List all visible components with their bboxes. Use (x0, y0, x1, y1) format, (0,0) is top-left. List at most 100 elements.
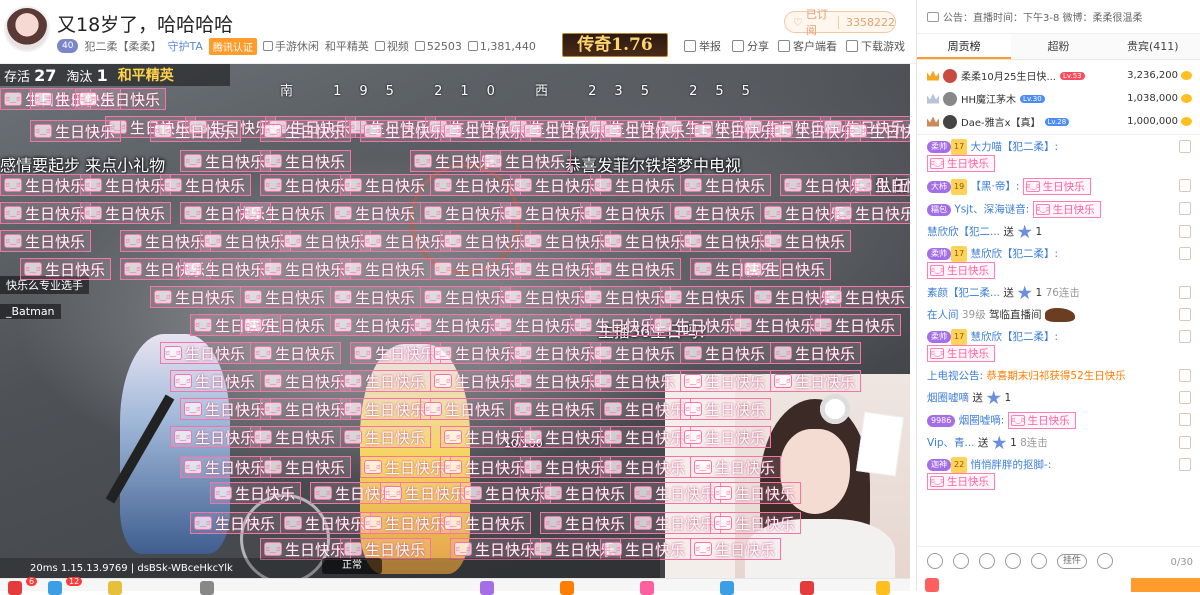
report-icon[interactable] (1179, 330, 1191, 343)
category-game[interactable]: 和平精英 (325, 38, 369, 54)
rank-row[interactable]: 柔柔10月25生日快... Lv.53 3,236,200 (917, 64, 1200, 87)
chat-nickname: 【黑·帝】: (970, 180, 1020, 193)
emoji-face-icon: ಠ‿ಠ (344, 430, 362, 444)
client-button[interactable]: 客户端看 (778, 38, 837, 54)
side-panel: 公告：直播时间：下午3-8 微博：柔柔很温柔 周贡榜 超粉 贵宾(411) 柔柔… (916, 0, 1200, 592)
emoji-face-icon: ಠ‿ಠ (930, 265, 945, 276)
report-icon[interactable] (1179, 179, 1191, 192)
report-icon[interactable] (1179, 202, 1191, 215)
emoji-face-icon: ಠ‿ಠ (194, 318, 212, 332)
report-button[interactable]: 举报 (684, 38, 721, 54)
gift-icon[interactable] (48, 581, 62, 595)
emoji-icon[interactable] (927, 553, 943, 569)
report-icon[interactable] (1179, 247, 1191, 260)
danmaku-item: ಠ‿ಠ生日快乐 (430, 174, 522, 196)
danmaku-item: ಠ‿ಠ生日快乐 (510, 342, 602, 364)
report-icon[interactable] (1179, 458, 1191, 471)
report-icon[interactable] (1179, 436, 1191, 449)
video-player[interactable]: 存活 27 淘汰 1 和平精英 南 195 210 西 235 255 感情要起… (0, 64, 910, 578)
emoji-face-icon: ಠ‿ಠ (684, 346, 702, 360)
report-icon[interactable] (1179, 308, 1191, 321)
gift-icon[interactable] (876, 581, 890, 595)
gift-icon[interactable] (108, 581, 122, 595)
gift-icon[interactable] (560, 581, 574, 595)
send-button[interactable] (1131, 578, 1200, 592)
danmaku-item: ಠ‿ಠ生日快乐 (510, 258, 602, 280)
danmaku-item: ಠ‿ಠ生日快乐 (730, 314, 822, 336)
emote-birthday: ಠ‿ಠ 生日快乐 (927, 473, 995, 490)
gift-icon[interactable] (200, 581, 214, 595)
chat-nickname: 烟圈嘘嘀: (958, 414, 1005, 427)
chat-message: 大柿 19 【黑·帝】: ಠ‿ಠ 生日快乐 (917, 175, 1200, 198)
gift-icon[interactable] (640, 581, 654, 595)
emoji-face-icon: ಠ‿ಠ (930, 348, 945, 359)
danmaku-item: ಠ‿ಠ生日快乐 (350, 342, 442, 364)
video-link[interactable]: 视频 (374, 38, 409, 54)
danmaku-item: ಠ‿ಠ生日快乐 (680, 398, 772, 420)
danmaku-item: ಠ‿ಠ生日快乐 (650, 314, 742, 336)
danmaku-item: ಠ‿ಠ生日快乐 (190, 512, 282, 534)
heart-icon: ♡ (793, 15, 803, 29)
emoji-face-icon: ಠ‿ಠ (604, 542, 622, 556)
download-game-button[interactable]: 下载游戏 (846, 38, 905, 54)
streamer-name[interactable]: 犯二柔【柔柔】 (84, 38, 161, 54)
danmaku-item: ಠ‿ಠ生日快乐 (260, 258, 352, 280)
report-icon[interactable] (1179, 225, 1191, 238)
danmaku-item: ಠ‿ಠ生日快乐 (75, 88, 167, 110)
report-icon[interactable] (1179, 140, 1191, 153)
chat-message: 慧欣欣【犯二... 送 1 (917, 221, 1200, 243)
chat-message: 素颜【犯二柔... 送 1 76连击 (917, 282, 1200, 304)
gift-icon[interactable] (925, 578, 939, 592)
streamer-avatar[interactable] (4, 6, 50, 52)
emoji-face-icon: ಠ‿ಠ (604, 234, 622, 248)
emoji-face-icon: ಠ‿ಠ (504, 290, 522, 304)
chat-input[interactable] (957, 578, 1127, 592)
gift-icon[interactable] (800, 581, 814, 595)
report-icon[interactable] (1179, 369, 1191, 382)
danmaku-item: ಠ‿ಠ生日快乐 (340, 398, 432, 420)
danmaku-item: ಠ‿ಠ生日快乐 (500, 202, 592, 224)
subscribe-button[interactable]: ♡ 已订阅 3358222 (784, 8, 896, 37)
danmaku-item: ಠ‿ಠ生日快乐 (680, 370, 772, 392)
tab-vip[interactable]: 贵宾(411) (1106, 34, 1200, 59)
player-row-1: _Batman (0, 304, 61, 319)
danmaku-item: ಠ‿ಠ生日快乐 (440, 426, 532, 448)
gift-icon[interactable] (720, 581, 734, 595)
sticker-icon[interactable] (953, 553, 969, 569)
guard-link[interactable]: 守护TA (167, 38, 202, 54)
report-icon[interactable] (1179, 286, 1191, 299)
danmaku-item: ಠ‿ಠ生日快乐 (0, 230, 92, 252)
report-icon[interactable] (1179, 391, 1191, 404)
tab-weekly[interactable]: 周贡榜 (917, 34, 1012, 59)
emoji-face-icon: ಠ‿ಠ (694, 460, 712, 474)
gif-icon[interactable] (979, 553, 995, 569)
emoji-face-icon: ಠ‿ಠ (154, 124, 172, 138)
color-icon[interactable] (1031, 553, 1047, 569)
emote-birthday: ಠ‿ಠ 生日快乐 (927, 345, 995, 362)
category-mobile[interactable]: 手游休闲 (262, 38, 319, 54)
danmaku-item: ಠ‿ಠ生日快乐 (430, 342, 522, 364)
rank-row[interactable]: HH魔江茅木 Lv.30 1,038,000 (917, 87, 1200, 110)
gift-icon[interactable] (480, 581, 494, 595)
share-button[interactable]: 分享 (732, 38, 769, 54)
danmaku-item: ಠ‿ಠ生日快乐 (360, 456, 452, 478)
chat-nickname: 在人间 (927, 309, 959, 321)
pendant-button[interactable]: 挂件 (1057, 553, 1088, 569)
danmaku-item: ಠ‿ಠ生日快乐 (600, 426, 692, 448)
more-icon[interactable] (1097, 553, 1114, 569)
emoji-face-icon: ಠ‿ಠ (4, 92, 22, 106)
fan-icon[interactable] (1005, 553, 1021, 569)
gift-icon[interactable] (8, 581, 22, 595)
emoji-face-icon: ಠ‿ಠ (604, 402, 622, 416)
emoji-face-icon: ಠ‿ಠ (364, 460, 382, 474)
emoji-face-icon: ಠ‿ಠ (34, 92, 52, 106)
emoji-face-icon: ಠ‿ಠ (524, 460, 542, 474)
report-icon[interactable] (1179, 413, 1191, 426)
emoji-face-icon: ಠ‿ಠ (594, 346, 612, 360)
rank-row[interactable]: Dae-雅言x【真】 Lv.28 1,000,000 (917, 110, 1200, 133)
danmaku-item: ಠ‿ಠ生日快乐 (260, 370, 352, 392)
coin-icon (1181, 117, 1192, 126)
tab-superfans[interactable]: 超粉 (1011, 34, 1105, 59)
legend-banner[interactable]: 传奇1.76 (562, 33, 668, 57)
emoji-face-icon: ಠ‿ಠ (444, 460, 462, 474)
